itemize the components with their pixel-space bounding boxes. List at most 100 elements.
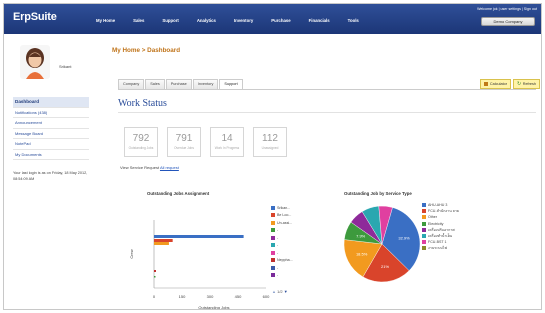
tab-divider — [118, 89, 536, 90]
legend-label: งานระบบไฟ — [428, 246, 448, 251]
sidebar-item-message-board[interactable]: Message Board — [13, 129, 89, 139]
legend-label: - — [277, 265, 279, 270]
legend-swatch — [422, 227, 426, 232]
last-login-text: Your last login is as on Friday, 18 May … — [13, 171, 88, 181]
legend-item[interactable]: Be Loo... — [271, 212, 293, 220]
nav-sales[interactable]: Sales — [133, 18, 144, 23]
legend-label: - — [277, 273, 279, 278]
tab-support[interactable]: Support — [219, 79, 243, 89]
bar-small — [154, 276, 156, 278]
sidebar-item-dashboard[interactable]: Dashboard — [13, 97, 89, 108]
legend-item[interactable]: - — [271, 227, 293, 235]
tab-actions: Calculator ↻ Refresh — [480, 79, 540, 89]
legend-label: เครื่องปรับอากาศ — [428, 227, 455, 232]
refresh-button[interactable]: ↻ Refresh — [513, 79, 540, 89]
avatar — [20, 45, 50, 79]
pie-chart-title: Outstanding Job by Service Type — [344, 191, 412, 196]
refresh-label: Refresh — [522, 82, 536, 86]
pager-down-icon[interactable]: ▼ — [284, 289, 288, 294]
box-number: 792 — [132, 133, 150, 144]
x-axis-label: Outstanding Jobs — [198, 305, 229, 310]
nav-tools[interactable]: Tools — [348, 18, 359, 23]
company-selector-button[interactable]: Demo Company — [481, 17, 535, 26]
legend-label: - — [277, 235, 279, 240]
bar-chart-legend: Srikan... Be Loo... Un-assi... - - - - Neppha..… — [271, 204, 293, 279]
x-tick-label: 300 — [207, 294, 214, 299]
legend-pager: ▲ 1/2 ▼ — [272, 289, 288, 294]
work-status-title: Work Status — [118, 98, 167, 109]
legend-item[interactable]: - — [271, 272, 293, 280]
x-tick-label: 600 — [263, 294, 270, 299]
tab-purchase[interactable]: Purchase — [165, 79, 192, 89]
nav-financials[interactable]: Financials — [309, 18, 330, 23]
legend-label: เครื่องทำน้ำเย็น — [428, 234, 453, 239]
sidebar-item-announcement[interactable]: Announcement — [13, 118, 89, 129]
nav-purchase[interactable]: Purchase — [271, 18, 290, 23]
unassigned-box[interactable]: 112 Unassigned — [253, 127, 287, 157]
bar-chart: 0 150 300 450 600 Outstanding Jobs Crew — [129, 220, 270, 310]
tab-inventory[interactable]: Inventory — [192, 79, 219, 89]
legend-item[interactable]: - — [271, 242, 293, 250]
box-number: 791 — [175, 133, 193, 144]
section-divider — [118, 112, 536, 113]
sidebar-menu: Dashboard Notifications (438) Announceme… — [13, 97, 89, 160]
all-request-link[interactable]: All request — [160, 165, 179, 170]
legend-item[interactable]: เครื่องปรับอากาศ — [422, 227, 459, 233]
nav-my-home[interactable]: My Home — [96, 18, 115, 23]
pager-text: 1/2 — [277, 289, 283, 294]
legend-swatch — [271, 228, 275, 233]
legend-swatch — [422, 221, 426, 226]
sidebar-item-my-documents[interactable]: My Documents — [13, 150, 89, 160]
pie-slice-label: 21% — [381, 264, 389, 269]
legend-swatch — [271, 205, 275, 210]
main-nav: My Home Sales Support Analytics Inventor… — [96, 18, 377, 23]
legend-label: Other — [428, 215, 437, 220]
legend-swatch — [271, 273, 275, 278]
legend-label: AHU-AHU 3 — [428, 203, 448, 208]
legend-swatch — [271, 243, 275, 248]
x-tick-label: 0 — [153, 294, 156, 299]
bar-neppha — [154, 270, 156, 272]
legend-item[interactable]: - — [271, 264, 293, 272]
legend-item[interactable]: FCU-สำนักงาน ลาย — [422, 208, 459, 214]
work-in-progress-box[interactable]: 14 Work In Progress — [210, 127, 244, 157]
app-window: ErpSuite My Home Sales Support Analytics… — [3, 3, 542, 310]
nav-analytics[interactable]: Analytics — [197, 18, 216, 23]
bar-0 — [154, 235, 244, 238]
legend-item[interactable]: Un-assi... — [271, 219, 293, 227]
welcome-links[interactable]: Welcome jok | user settings | Sign out — [477, 7, 537, 11]
sidebar-item-notifications[interactable]: Notifications (438) — [13, 108, 89, 118]
tab-sales[interactable]: Sales — [145, 79, 165, 89]
calculator-button[interactable]: Calculator — [480, 79, 511, 89]
y-axis-label: Crew — [129, 249, 134, 258]
legend-item[interactable]: Srikan... — [271, 204, 293, 212]
sidebar-item-notepad[interactable]: NotePad — [13, 139, 89, 150]
legend-item[interactable]: - — [271, 234, 293, 242]
breadcrumb: My Home > Dashboard — [112, 47, 181, 54]
legend-swatch — [422, 240, 426, 245]
username: Srikant — [59, 64, 72, 69]
pager-up-icon[interactable]: ▲ — [272, 289, 276, 294]
main-content: My Home > Dashboard Company Sales Purcha… — [104, 34, 540, 310]
dashboard-tabs: Company Sales Purchase Inventory Support — [118, 79, 244, 89]
nav-inventory[interactable]: Inventory — [234, 18, 253, 23]
legend-item[interactable]: งานระบบไฟ — [422, 245, 459, 251]
legend-swatch — [271, 265, 275, 270]
x-tick-label: 450 — [235, 294, 242, 299]
legend-label: - — [277, 250, 279, 255]
legend-label: FCU-สำนักงาน ลาย — [428, 209, 459, 214]
outstanding-jobs-box[interactable]: 792 Outstanding Jobs — [124, 127, 158, 157]
legend-item[interactable]: Neppha... — [271, 257, 293, 265]
bar-chart-title: Outstanding Jobs Assignment — [147, 191, 210, 196]
legend-swatch — [271, 250, 275, 255]
overdue-jobs-box[interactable]: 791 Overdue Jobs — [167, 127, 201, 157]
box-label: Overdue Jobs — [174, 146, 194, 150]
bar-2 — [154, 242, 169, 245]
legend-item[interactable]: - — [271, 249, 293, 257]
tab-company[interactable]: Company — [118, 79, 145, 89]
legend-label: FCU-BST 1 — [428, 240, 447, 245]
legend-label: - — [277, 243, 279, 248]
nav-support[interactable]: Support — [162, 18, 178, 23]
calculator-label: Calculator — [489, 82, 507, 86]
legend-swatch — [422, 246, 426, 251]
